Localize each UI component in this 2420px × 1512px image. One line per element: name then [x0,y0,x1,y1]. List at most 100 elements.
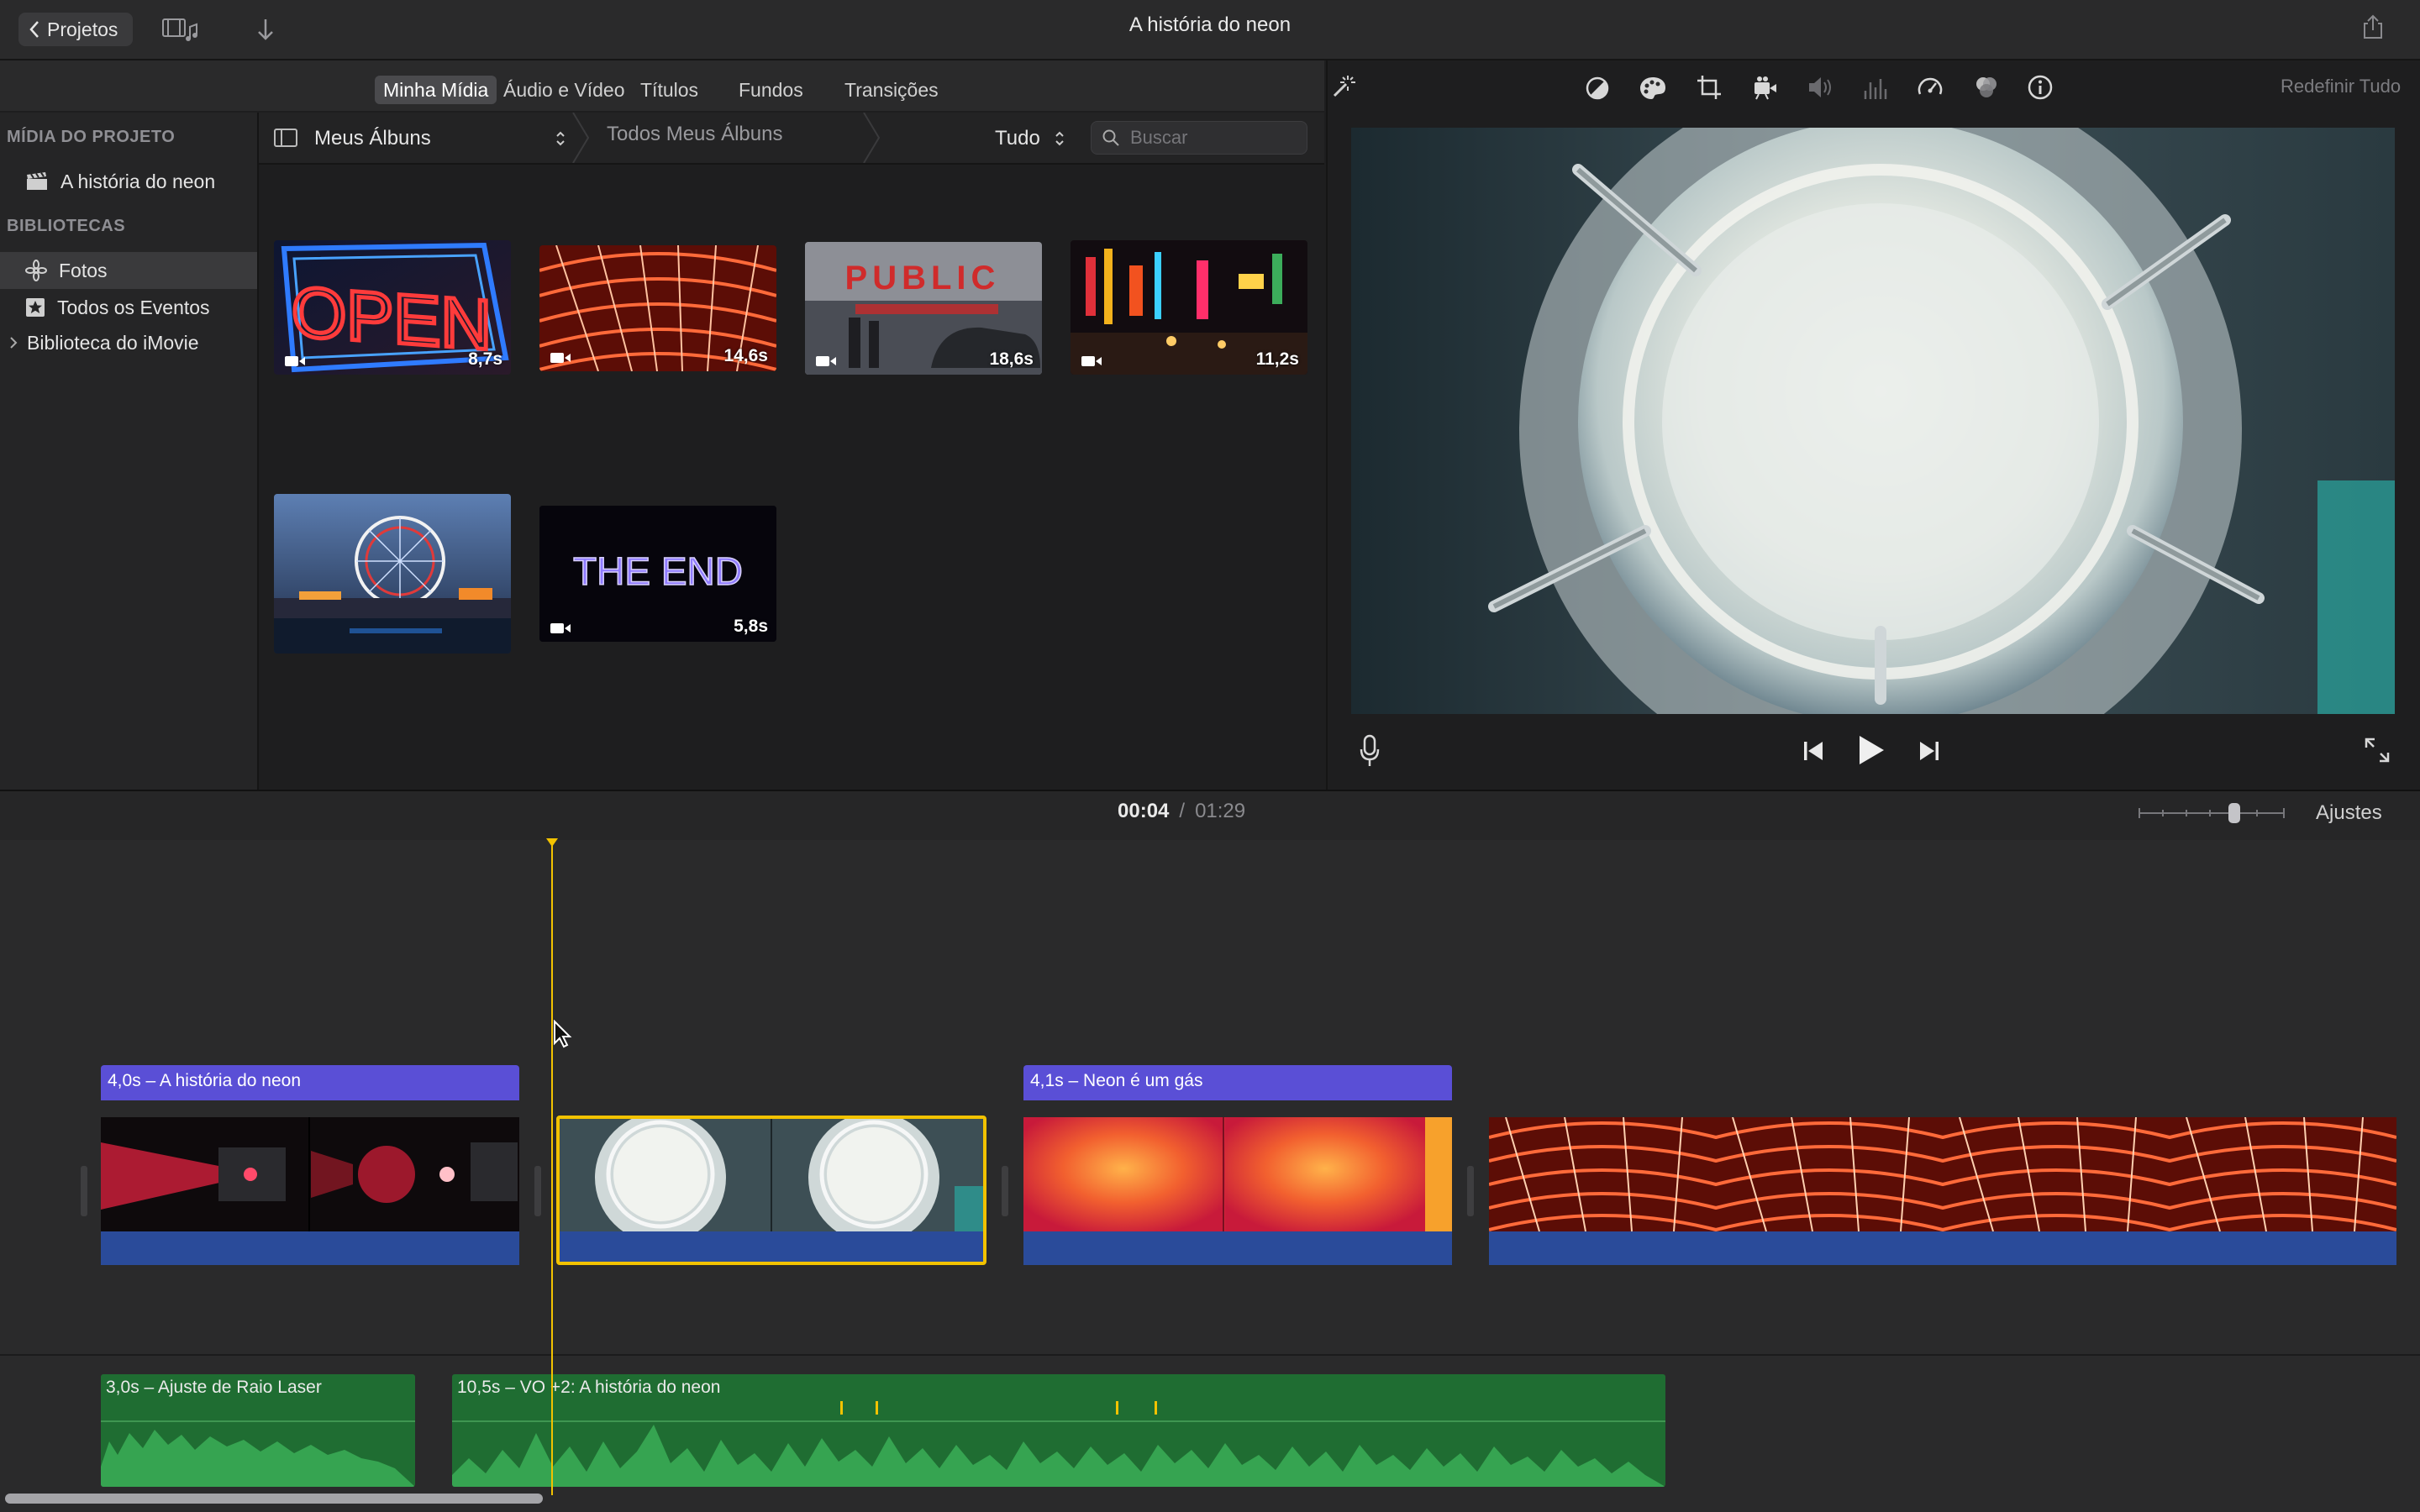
crop-icon[interactable] [1696,74,1723,101]
sidebar-item-biblioteca[interactable]: Biblioteca do iMovie [0,324,257,361]
video-clip-fog-selected[interactable] [556,1116,986,1265]
sidebar-item-todos-eventos[interactable]: Todos os Eventos [0,289,257,326]
info-icon[interactable] [2027,74,2054,101]
libraries-heading: BIBLIOTECAS [7,217,126,235]
search-field[interactable] [1091,121,1307,155]
project-media-heading: MÍDIA DO PROJETO [7,128,176,146]
media-duration: 14,6s [723,346,768,365]
disclosure-chevron-icon[interactable] [8,335,18,350]
volume-icon[interactable] [1807,74,1835,101]
tab-titulos[interactable]: Títulos [632,76,707,104]
media-thumb-the-end[interactable]: THE END 5,8s [539,506,776,642]
fog-filmstrip [560,1119,983,1231]
video-clip-orange-glow[interactable] [1023,1117,1452,1231]
color-correction-palette-icon[interactable] [1639,76,1667,101]
zoom-slider[interactable] [2138,801,2286,825]
playhead-marker[interactable] [546,838,558,848]
mouse-pointer-icon [553,1020,573,1048]
viewer-frame-image [1351,128,2395,714]
sidebar-item-project[interactable]: A história do neon [0,163,257,200]
speed-gauge-icon[interactable] [1916,74,1944,101]
public-market-sign-text: PUBLIC [845,260,1001,297]
tab-minha-midia[interactable]: Minha Mídia [375,76,497,104]
video-camera-icon [284,354,306,368]
skip-forward-icon[interactable] [1918,739,1941,763]
clip-filter-icon[interactable] [1973,74,2000,101]
audio-clip-label: 3,0s – Ajuste de Raio Laser [106,1378,322,1397]
the-end-text: THE END [573,549,743,593]
filter-selector[interactable]: Tudo [995,124,1065,153]
clip-audio-strip [560,1231,983,1262]
video-camera-icon [550,622,571,635]
audio-clip-label: 10,5s – VO +2: A história do neon [457,1378,721,1397]
clip-audio-strip [1023,1231,1452,1265]
timecode-display: 00:04 / 01:29 [1118,800,1370,823]
breadcrumb-all-albums[interactable]: Todos Meus Álbuns [607,123,782,146]
time-separator: / [1179,800,1186,822]
fullscreen-expand-icon[interactable] [2363,736,2391,764]
media-duration: 5,8s [734,617,768,636]
voiceover-microphone-icon[interactable] [1360,734,1380,768]
title-clip[interactable]: 4,1s – Neon é um gás [1023,1065,1452,1100]
video-clip-red-neon[interactable] [1489,1117,2396,1231]
title-clip[interactable]: 4,0s – A história do neon [101,1065,519,1100]
sidebar-item-todos-eventos-label: Todos os Eventos [57,296,210,318]
search-input[interactable] [1128,126,1292,150]
search-icon [1102,129,1119,146]
magic-wand-icon[interactable] [1331,74,1356,99]
audio-track-divider [0,1354,2420,1356]
audio-clip-laser[interactable]: 3,0s – Ajuste de Raio Laser [101,1374,415,1487]
share-icon[interactable] [2361,13,2385,40]
tab-transicoes[interactable]: Transições [836,76,947,104]
tab-fundos[interactable]: Fundos [730,76,812,104]
sidebar-item-project-label: A história do neon [60,170,216,192]
libraries-sidebar [0,113,259,790]
audio-clip-voiceover[interactable]: 10,5s – VO +2: A história do neon [452,1374,1665,1487]
clapperboard-icon [27,172,47,190]
video-camera-icon [815,354,837,368]
album-selector[interactable]: Meus Álbuns [314,124,566,153]
reset-all-button[interactable]: Redefinir Tudo [2281,76,2401,97]
transition-handle[interactable] [81,1166,87,1216]
color-balance-icon[interactable] [1585,76,1610,101]
sidebar-item-fotos-label: Fotos [59,259,108,281]
open-sign-text: OPEN [292,272,492,365]
transition-handle[interactable] [534,1166,541,1216]
media-duration: 11,2s [1255,349,1299,369]
timeline-horizontal-scrollbar[interactable] [5,1494,543,1504]
media-duration: 18,6s [989,349,1034,369]
video-viewer[interactable] [1351,128,2395,714]
album-selector-label: Meus Álbuns [314,127,431,150]
window-title: A história do neon [1128,13,1292,36]
filter-selector-label: Tudo [995,127,1040,150]
media-thumb-city-street[interactable]: 11,2s [1071,240,1307,375]
timeline-settings-button[interactable]: Ajustes [2316,801,2382,825]
media-thumb-public-market[interactable]: PUBLIC 18,6s [805,242,1042,375]
star-event-icon [26,298,45,317]
play-icon[interactable] [1857,734,1886,766]
clip-audio-strip [1489,1231,2396,1265]
skip-back-icon[interactable] [1802,739,1825,763]
playhead[interactable] [551,840,553,1495]
media-thumb-open-sign[interactable]: OPEN 8,7s [274,240,511,375]
current-time: 00:04 [1118,800,1170,822]
sidebar-toggle-icon[interactable] [274,128,297,148]
updown-chevron-icon [556,131,565,146]
red-neon-filmstrip [1489,1117,2396,1231]
video-clip-red-laser[interactable] [101,1117,519,1231]
tab-audio-video[interactable]: Áudio e Vídeo [495,76,634,104]
ferris-wheel-image [274,494,511,654]
media-thumb-ferris-wheel[interactable] [274,494,511,654]
clip-audio-strip [101,1231,519,1265]
sidebar-item-fotos[interactable]: Fotos [0,252,257,289]
transition-handle[interactable] [1467,1166,1474,1216]
media-thumb-red-neon[interactable]: 14,6s [539,245,776,371]
orange-glow-filmstrip [1023,1117,1452,1231]
video-camera-icon [550,351,571,365]
media-duration: 8,7s [468,349,502,369]
noise-reduction-equalizer-icon[interactable] [1862,76,1889,101]
breadcrumb-separator-2 [862,113,881,163]
transition-handle[interactable] [1002,1166,1008,1216]
zoom-slider-knob[interactable] [2228,803,2240,823]
stabilization-camera-icon[interactable] [1751,74,1778,101]
